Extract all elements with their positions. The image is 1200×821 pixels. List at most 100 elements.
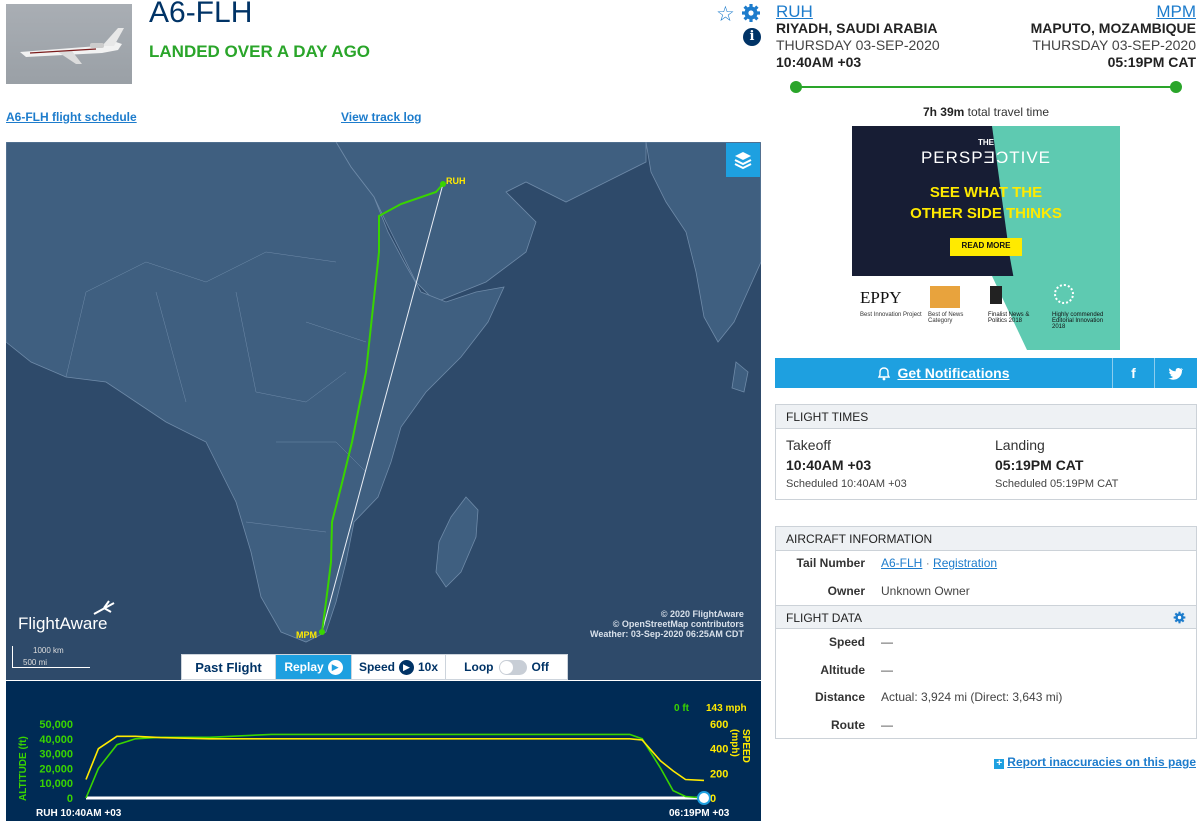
tail-separator: · xyxy=(925,556,930,570)
speed-label: Speed xyxy=(828,635,865,649)
distance-label: Distance xyxy=(814,690,865,704)
progress-fill xyxy=(796,86,1176,88)
attribution-line: © 2020 FlightAware xyxy=(660,609,744,619)
plane-logo-icon xyxy=(93,600,115,615)
registration-link[interactable]: Registration xyxy=(933,556,997,570)
tail-number-label: Tail Number xyxy=(796,556,865,570)
origin-block: RUH RIYADH, SAUDI ARABIA THURSDAY 03-SEP… xyxy=(776,3,940,71)
loop-toggle[interactable]: Loop Off xyxy=(446,655,567,679)
speed-series-line xyxy=(85,735,705,782)
ad-read-more[interactable]: READ MORE xyxy=(950,241,1022,250)
ad-headline-1: SEE WHAT THE xyxy=(929,184,1043,201)
twitter-icon xyxy=(1168,367,1183,380)
owner-value: Unknown Owner xyxy=(881,584,970,598)
destination-block: MPM MAPUTO, MOZAMBIQUE THURSDAY 03-SEP-2… xyxy=(1031,3,1196,71)
tail-number-value-group: A6-FLH · Registration xyxy=(881,556,997,570)
speed-value: 10x xyxy=(417,660,439,674)
play-icon: ▶ xyxy=(327,659,343,675)
altitude-tick-label: 20,000 xyxy=(39,763,73,775)
flight-data-gear-icon[interactable] xyxy=(1173,611,1186,624)
speed-tick-label: 600 xyxy=(710,719,728,731)
twitter-share-button[interactable] xyxy=(1155,358,1197,388)
fast-forward-icon: ▶ xyxy=(398,659,414,675)
speed-label: Speed xyxy=(358,660,395,674)
origin-date: THURSDAY 03-SEP-2020 xyxy=(776,37,940,53)
distance-value: Actual: 3,924 mi (Direct: 3,643 mi) xyxy=(881,690,1063,704)
origin-code-link[interactable]: RUH xyxy=(776,3,940,20)
travel-suffix: total travel time xyxy=(967,105,1050,119)
chart-end-label: 06:19PM +03 xyxy=(669,808,730,819)
flight-times-header: FLIGHT TIMES xyxy=(776,405,1196,429)
route-value: — xyxy=(881,718,893,732)
altitude-label: Altitude xyxy=(820,663,865,677)
progress-start-dot xyxy=(790,81,802,93)
star-icon[interactable]: ☆ xyxy=(716,2,735,27)
info-icon[interactable]: i xyxy=(743,28,761,46)
altitude-value: — xyxy=(881,663,893,677)
destination-code-link[interactable]: MPM xyxy=(1031,3,1196,20)
current-speed: 143 mph xyxy=(706,703,747,714)
ad-brand: PERSPƎƆTIVE xyxy=(920,148,1052,167)
gear-icon[interactable] xyxy=(741,3,761,23)
attribution-line: Weather: 03-Sep-2020 06:25AM CDT xyxy=(590,629,744,639)
altitude-row: Altitude — xyxy=(776,663,1196,683)
report-inaccuracies-label: Report inaccuracies on this page xyxy=(1007,755,1196,769)
takeoff-column: Takeoff 10:40AM +03 Scheduled 10:40AM +0… xyxy=(786,437,907,490)
advertisement[interactable]: THE PERSPƎƆTIVE SEE WHAT THE OTHER SIDE … xyxy=(852,126,1120,350)
takeoff-time: 10:40AM +03 xyxy=(786,457,872,473)
replay-label: Replay xyxy=(284,660,324,674)
get-notifications-button[interactable]: Get Notifications xyxy=(775,358,1113,388)
flight-data-title: FLIGHT DATA xyxy=(786,611,863,625)
loop-label: Loop xyxy=(464,660,494,674)
loop-switch[interactable] xyxy=(498,659,527,675)
landing-time: 05:19PM CAT xyxy=(995,457,1084,473)
altitude-tick-label: 0 xyxy=(67,793,73,805)
tail-number-link[interactable]: A6-FLH xyxy=(881,556,922,570)
get-notifications-label: Get Notifications xyxy=(897,365,1010,381)
speed-value: — xyxy=(881,635,893,649)
chart-position-marker xyxy=(697,791,711,805)
destination-time: 05:19PM CAT xyxy=(1107,54,1196,70)
ad-brand-prefix: THE xyxy=(978,138,994,147)
speed-tick-label: 400 xyxy=(710,744,728,756)
speed-axis-title: SPEED (mph) xyxy=(729,729,751,763)
destination-date: THURSDAY 03-SEP-2020 xyxy=(1032,37,1196,53)
past-flight-label: Past Flight xyxy=(195,659,262,675)
facebook-share-button[interactable]: f xyxy=(1113,358,1155,388)
map-layers-button[interactable] xyxy=(726,143,760,177)
travel-time: 7h 39m total travel time xyxy=(776,105,1196,119)
altitude-tick-label: 10,000 xyxy=(39,778,73,790)
flight-map[interactable]: RUH MPM xyxy=(6,142,761,680)
altitude-tick-label: 30,000 xyxy=(39,749,73,761)
flight-status: LANDED OVER A DAY AGO xyxy=(149,42,371,61)
takeoff-scheduled: Scheduled 10:40AM +03 xyxy=(786,478,907,490)
map-destination-label: MPM xyxy=(296,630,317,640)
route-row: Route — xyxy=(776,718,1196,738)
past-flight-tab[interactable]: Past Flight xyxy=(182,655,276,679)
replay-button[interactable]: Replay ▶ xyxy=(276,655,352,679)
flight-times-panel: FLIGHT TIMES Takeoff 10:40AM +03 Schedul… xyxy=(775,404,1197,500)
replay-controls: Past Flight Replay ▶ Speed ▶ 10x Loop Off xyxy=(181,654,568,680)
destination-city: MAPUTO, MOZAMBIQUE xyxy=(1030,20,1196,36)
flight-schedule-link[interactable]: A6-FLH flight schedule xyxy=(6,110,137,124)
aircraft-info-header: AIRCRAFT INFORMATION xyxy=(776,527,1196,551)
scale-km: 1000 km xyxy=(33,646,64,655)
map-land xyxy=(6,142,761,643)
bell-icon xyxy=(878,366,891,380)
landing-scheduled: Scheduled 05:19PM CAT xyxy=(995,478,1119,490)
flightaware-logo-text: FlightAware xyxy=(18,614,108,633)
altitude-axis-title: ALTITUDE (ft) xyxy=(18,736,29,801)
tail-number-row: Tail Number A6-FLH · Registration xyxy=(776,556,1196,576)
ad-award-1-text: Best Innovation Project xyxy=(860,312,922,318)
track-log-link[interactable]: View track log xyxy=(341,110,421,124)
notification-bar: Get Notifications f xyxy=(775,358,1197,388)
distance-row: Distance Actual: 3,924 mi (Direct: 3,643… xyxy=(776,690,1196,710)
ad-award-2-text: Best of News Category xyxy=(928,312,964,324)
aircraft-photo[interactable] xyxy=(6,4,132,84)
altitude-speed-chart[interactable]: 50,000 40,000 30,000 20,000 10,000 0 600 400 200… xyxy=(6,681,761,821)
landing-label: Landing xyxy=(995,437,1045,453)
speed-button[interactable]: Speed ▶ 10x xyxy=(352,655,446,679)
map-attribution: © 2020 FlightAware © OpenStreetMap contr… xyxy=(590,609,744,639)
altitude-tick-label: 40,000 xyxy=(39,734,73,746)
report-inaccuracies-link[interactable]: + Report inaccuracies on this page xyxy=(994,755,1196,769)
